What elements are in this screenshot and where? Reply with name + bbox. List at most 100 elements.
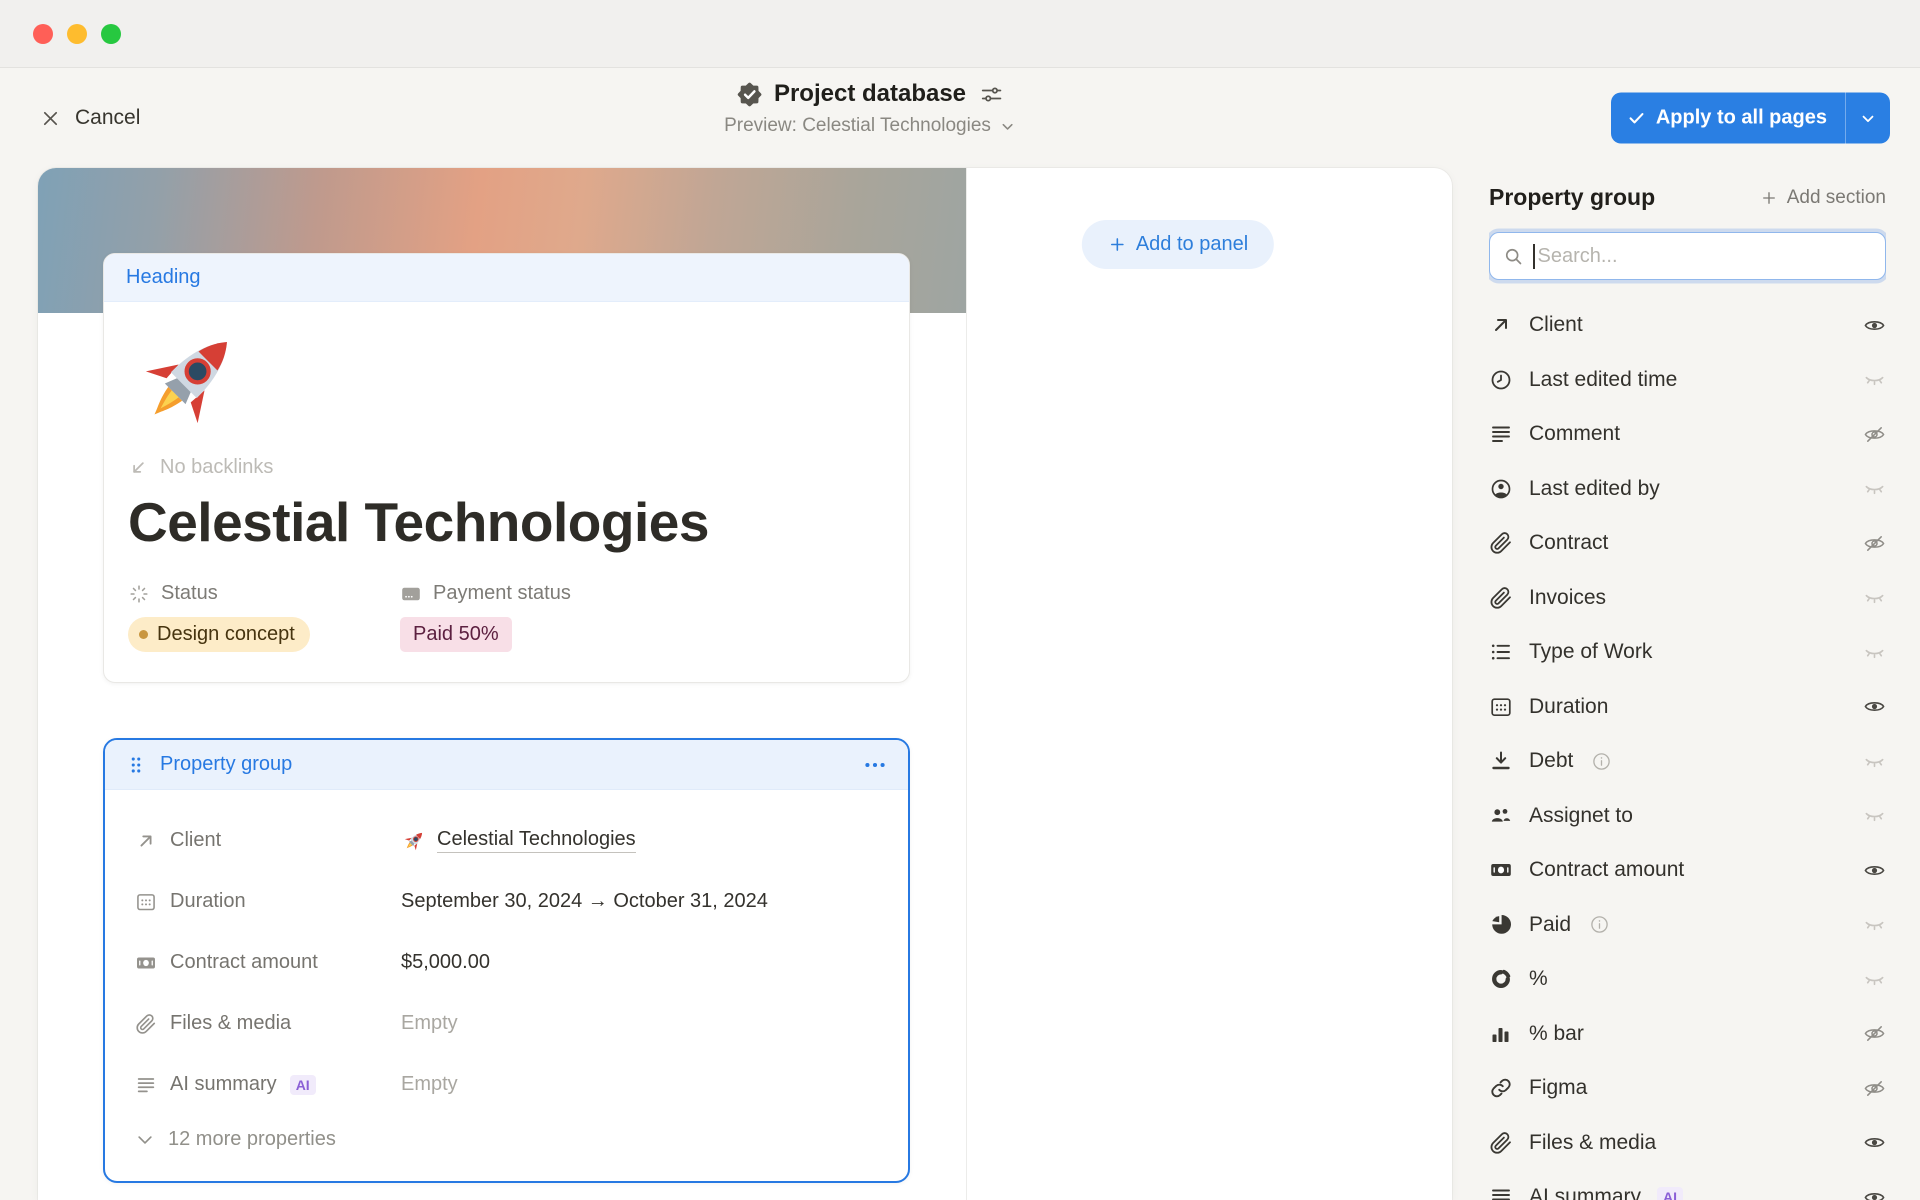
add-to-panel-label: Add to panel	[1136, 233, 1248, 256]
paperclip-icon	[135, 1013, 157, 1035]
status-value: Design concept	[157, 623, 295, 646]
visibility-slashed-eye-icon[interactable]	[1863, 1077, 1886, 1100]
sidebar-item-ai-summary[interactable]: AI summary AI	[1489, 1170, 1886, 1200]
sidebar-item-bar[interactable]: % bar	[1489, 1007, 1886, 1062]
info-icon	[1589, 914, 1610, 935]
paperclip-icon	[1489, 531, 1513, 555]
sidebar-item-label: Last edited time	[1529, 368, 1677, 392]
sidebar-item-label: Invoices	[1529, 586, 1606, 610]
layout-settings-icon[interactable]	[979, 82, 1004, 107]
sidebar-item-last-edited-time[interactable]: Last edited time	[1489, 353, 1886, 408]
visibility-open-eye-icon[interactable]	[1863, 695, 1886, 718]
apply-dropdown-button[interactable]	[1846, 93, 1890, 144]
sidebar-item-[interactable]: %	[1489, 952, 1886, 1007]
page-title: Project database	[774, 80, 966, 108]
macos-titlebar	[0, 0, 1920, 68]
sidebar-item-paid[interactable]: Paid	[1489, 898, 1886, 953]
toolbar: Cancel Project database Preview: Celesti…	[0, 68, 1920, 168]
payment-status-label: Payment status	[433, 582, 571, 605]
text-lines-icon	[135, 1074, 157, 1096]
preview-label: Preview: Celestial Technologies	[724, 115, 991, 137]
visibility-closed-eye-icon[interactable]	[1863, 968, 1886, 991]
property-group-header[interactable]: Property group	[105, 740, 908, 790]
status-badge[interactable]: Design concept	[128, 617, 310, 652]
visibility-closed-eye-icon[interactable]	[1863, 750, 1886, 773]
cancel-button[interactable]: Cancel	[40, 106, 140, 130]
list-icon	[1489, 640, 1513, 664]
property-row-client[interactable]: Client Celestial Technologies	[135, 810, 880, 871]
calendar-icon	[135, 891, 157, 913]
payment-status-property: Payment status Paid 50%	[400, 582, 571, 652]
sidebar-item-label: Assignet to	[1529, 804, 1633, 828]
sidebar-item-client[interactable]: Client	[1489, 298, 1886, 353]
text-lines-icon	[1489, 1185, 1513, 1200]
sidebar-item-label: %	[1529, 967, 1548, 991]
property-row-label: Contract amount	[170, 951, 318, 974]
page-title-block: Project database Preview: Celestial Tech…	[724, 80, 1016, 137]
property-group-section[interactable]: Property group Client Celestial Technolo…	[103, 738, 910, 1183]
visibility-slashed-eye-icon[interactable]	[1863, 1022, 1886, 1045]
paperclip-icon	[1489, 586, 1513, 610]
property-row-ai-summary[interactable]: AI summary AI Empty	[135, 1054, 880, 1115]
visibility-slashed-eye-icon[interactable]	[1863, 423, 1886, 446]
close-window-button[interactable]	[33, 24, 53, 44]
drag-handle-icon[interactable]	[125, 754, 147, 776]
sidebar-item-debt[interactable]: Debt	[1489, 734, 1886, 789]
heading-section-header[interactable]: Heading	[104, 254, 909, 302]
sidebar-item-label: % bar	[1529, 1022, 1584, 1046]
apply-to-all-pages-button[interactable]: Apply to all pages	[1611, 93, 1890, 144]
apply-label: Apply to all pages	[1656, 107, 1827, 130]
sidebar-item-last-edited-by[interactable]: Last edited by	[1489, 462, 1886, 517]
sidebar-item-label: Last edited by	[1529, 477, 1660, 501]
visibility-slashed-eye-icon[interactable]	[1863, 532, 1886, 555]
people-icon	[1489, 804, 1513, 828]
status-spinner-icon	[128, 583, 150, 605]
sidebar-item-figma[interactable]: Figma	[1489, 1061, 1886, 1116]
preview-selector[interactable]: Preview: Celestial Technologies	[724, 115, 1016, 137]
page-heading-title: Celestial Technologies	[128, 490, 881, 554]
visibility-open-eye-icon[interactable]	[1863, 859, 1886, 882]
payment-status-badge[interactable]: Paid 50%	[400, 617, 512, 652]
visibility-closed-eye-icon[interactable]	[1863, 641, 1886, 664]
sidebar-item-files-media[interactable]: Files & media	[1489, 1116, 1886, 1171]
property-row-files-media[interactable]: Files & media Empty	[135, 993, 880, 1054]
sidebar-item-label: Debt	[1529, 749, 1573, 773]
add-section-button[interactable]: Add section	[1760, 187, 1886, 209]
visibility-closed-eye-icon[interactable]	[1863, 804, 1886, 827]
sidebar-item-contract[interactable]: Contract	[1489, 516, 1886, 571]
maximize-window-button[interactable]	[101, 24, 121, 44]
visibility-closed-eye-icon[interactable]	[1863, 913, 1886, 936]
plus-icon	[1108, 235, 1127, 254]
sidebar-item-contract-amount[interactable]: Contract amount	[1489, 843, 1886, 898]
heading-section[interactable]: Heading No backlinks Celestial Technolog…	[103, 253, 910, 683]
visibility-open-eye-icon[interactable]	[1863, 314, 1886, 337]
sidebar-item-invoices[interactable]: Invoices	[1489, 571, 1886, 626]
minimize-window-button[interactable]	[67, 24, 87, 44]
info-icon	[1591, 751, 1612, 772]
sidebar-item-duration[interactable]: Duration	[1489, 680, 1886, 735]
pie-icon	[1489, 913, 1513, 937]
bar-chart-icon	[1489, 1022, 1513, 1046]
visibility-closed-eye-icon[interactable]	[1863, 477, 1886, 500]
text-cursor	[1533, 244, 1535, 269]
search-placeholder: Search...	[1538, 245, 1618, 268]
sidebar-item-assignet-to[interactable]: Assignet to	[1489, 789, 1886, 844]
property-row-contract-amount[interactable]: Contract amount $5,000.00	[135, 932, 880, 993]
sidebar-item-type-of-work[interactable]: Type of Work	[1489, 625, 1886, 680]
add-to-panel-button[interactable]: Add to panel	[1082, 220, 1274, 269]
visibility-open-eye-icon[interactable]	[1863, 1131, 1886, 1154]
donut-icon	[1489, 967, 1513, 991]
arrow-up-right-icon	[135, 830, 157, 852]
sidebar-item-comment[interactable]: Comment	[1489, 407, 1886, 462]
more-options-icon[interactable]	[862, 752, 888, 778]
status-dot	[139, 630, 148, 639]
person-circle-icon	[1489, 477, 1513, 501]
property-row-duration[interactable]: Duration September 30, 2024 → October 31…	[135, 871, 880, 932]
visibility-closed-eye-icon[interactable]	[1863, 586, 1886, 609]
visibility-closed-eye-icon[interactable]	[1863, 368, 1886, 391]
more-properties-toggle[interactable]: 12 more properties	[135, 1128, 880, 1151]
sidebar-item-label: Paid	[1529, 913, 1571, 937]
search-input[interactable]: Search...	[1489, 232, 1886, 280]
chevron-down-icon	[1859, 109, 1877, 127]
visibility-open-eye-icon[interactable]	[1863, 1186, 1886, 1200]
